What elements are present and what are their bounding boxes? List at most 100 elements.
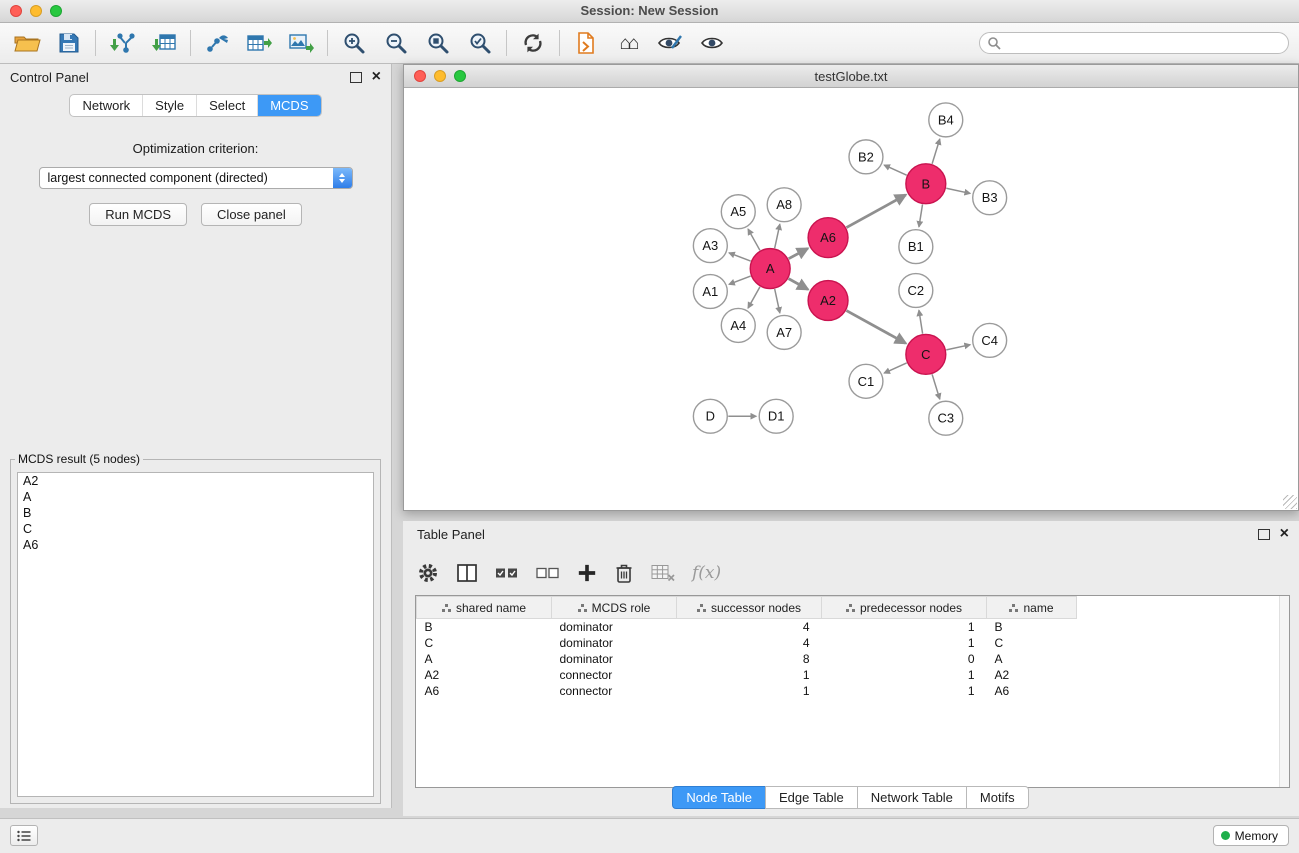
import-network-button[interactable]: [101, 27, 143, 59]
export-table-button[interactable]: [238, 27, 280, 59]
table-cell[interactable]: 1: [822, 683, 987, 699]
optimization-criterion-select[interactable]: largest connected component (directed): [39, 167, 353, 189]
tab-network[interactable]: Network: [70, 95, 143, 116]
list-item[interactable]: C: [18, 521, 373, 537]
graph-edge-A-A7[interactable]: [775, 289, 780, 313]
graph-node-B[interactable]: B: [906, 164, 946, 204]
table-cell[interactable]: A2: [417, 667, 552, 683]
graph-edge-B-B4[interactable]: [932, 139, 940, 164]
graph-node-C2[interactable]: C2: [899, 274, 933, 308]
search-input[interactable]: [979, 32, 1289, 54]
table-cell[interactable]: B: [987, 619, 1077, 636]
table-cell[interactable]: dominator: [552, 619, 677, 636]
resize-grip[interactable]: [1283, 495, 1297, 509]
add-column-button[interactable]: [577, 557, 597, 589]
table-cell[interactable]: connector: [552, 683, 677, 699]
list-item[interactable]: B: [18, 505, 373, 521]
deselect-all-button[interactable]: [536, 557, 560, 589]
table-cell[interactable]: connector: [552, 667, 677, 683]
mcds-result-list[interactable]: A2 A B C A6: [17, 472, 374, 797]
node-table[interactable]: shared nameMCDS rolesuccessor nodesprede…: [415, 595, 1290, 788]
table-settings-button[interactable]: [417, 557, 439, 589]
graph-edge-A-A3[interactable]: [729, 253, 751, 261]
table-cell[interactable]: 4: [677, 635, 822, 651]
task-history-button[interactable]: [10, 825, 38, 846]
graph-edge-A6-B[interactable]: [846, 195, 905, 228]
graph-node-D1[interactable]: D1: [759, 399, 793, 433]
open-session-button[interactable]: [6, 27, 48, 59]
graph-edge-A-A8[interactable]: [775, 224, 780, 248]
list-item[interactable]: A6: [18, 537, 373, 553]
close-panel-button[interactable]: Close panel: [201, 203, 302, 226]
table-scrollbar[interactable]: [1279, 596, 1289, 787]
graph-node-C1[interactable]: C1: [849, 364, 883, 398]
graph-edge-A-A4[interactable]: [748, 287, 760, 308]
tab-edge-table[interactable]: Edge Table: [765, 786, 858, 809]
table-row[interactable]: Cdominator41C: [417, 635, 1290, 651]
table-row[interactable]: A2connector11A2: [417, 667, 1290, 683]
column-visibility-button[interactable]: [456, 557, 478, 589]
table-cell[interactable]: A: [987, 651, 1077, 667]
graph-node-A2[interactable]: A2: [808, 281, 848, 321]
table-cell[interactable]: dominator: [552, 651, 677, 667]
function-builder-button[interactable]: f(x): [692, 563, 721, 583]
float-panel-icon[interactable]: [1258, 529, 1270, 540]
zoom-selected-button[interactable]: [459, 27, 501, 59]
column-header-successor-nodes[interactable]: successor nodes: [677, 597, 822, 619]
graph-edge-B-B1[interactable]: [919, 204, 923, 226]
table-row[interactable]: A6connector11A6: [417, 683, 1290, 699]
document-panel-button[interactable]: [565, 27, 607, 59]
table-cell[interactable]: 1: [677, 683, 822, 699]
graph-node-A7[interactable]: A7: [767, 315, 801, 349]
zoom-in-button[interactable]: [333, 27, 375, 59]
table-cell[interactable]: dominator: [552, 635, 677, 651]
table-cell[interactable]: A6: [417, 683, 552, 699]
graph-edge-C-C4[interactable]: [946, 345, 970, 350]
tab-mcds[interactable]: MCDS: [258, 95, 320, 116]
show-details-button[interactable]: [691, 27, 733, 59]
graph-edge-C-C1[interactable]: [884, 363, 907, 373]
table-cell[interactable]: 8: [677, 651, 822, 667]
graph-node-B3[interactable]: B3: [973, 181, 1007, 215]
home-view-button[interactable]: ⌂⌂: [607, 27, 649, 59]
graph-edge-A2-C[interactable]: [846, 311, 905, 344]
graph-node-B1[interactable]: B1: [899, 230, 933, 264]
toggle-details-button[interactable]: [649, 27, 691, 59]
export-network-button[interactable]: [196, 27, 238, 59]
graph-node-A3[interactable]: A3: [693, 229, 727, 263]
graph-node-A6[interactable]: A6: [808, 218, 848, 258]
graph-node-B2[interactable]: B2: [849, 140, 883, 174]
column-header-MCDS-role[interactable]: MCDS role: [552, 597, 677, 619]
tab-motifs[interactable]: Motifs: [966, 786, 1029, 809]
delete-button[interactable]: [614, 557, 634, 589]
refresh-button[interactable]: [512, 27, 554, 59]
graph-node-D[interactable]: D: [693, 399, 727, 433]
zoom-out-button[interactable]: [375, 27, 417, 59]
list-item[interactable]: A: [18, 489, 373, 505]
graph-node-A5[interactable]: A5: [721, 195, 755, 229]
graph-node-A1[interactable]: A1: [693, 275, 727, 309]
graph-edge-A-A5[interactable]: [748, 229, 760, 250]
tab-style[interactable]: Style: [143, 95, 197, 116]
table-cell[interactable]: 1: [677, 667, 822, 683]
network-window-titlebar[interactable]: testGlobe.txt: [404, 65, 1298, 88]
graph-edge-A-A1[interactable]: [729, 276, 751, 284]
table-cell[interactable]: 4: [677, 619, 822, 636]
column-header-shared-name[interactable]: shared name: [417, 597, 552, 619]
network-graph[interactable]: B4B2BB3A8A5A6A3B1AA1C2A2A4A7C4CC1C3DD1: [404, 88, 1298, 510]
table-cell[interactable]: 0: [822, 651, 987, 667]
graph-edge-A-A2[interactable]: [789, 279, 808, 290]
graph-node-C[interactable]: C: [906, 334, 946, 374]
tab-node-table[interactable]: Node Table: [672, 786, 766, 809]
table-cell[interactable]: 1: [822, 619, 987, 636]
run-mcds-button[interactable]: Run MCDS: [89, 203, 187, 226]
graph-edge-C-C2[interactable]: [919, 310, 923, 333]
graph-edge-A-A6[interactable]: [789, 248, 808, 258]
close-panel-icon[interactable]: ×: [372, 69, 381, 85]
table-row[interactable]: Bdominator41B: [417, 619, 1290, 636]
graph-node-C3[interactable]: C3: [929, 401, 963, 435]
graph-node-A4[interactable]: A4: [721, 308, 755, 342]
graph-edge-B-B3[interactable]: [946, 188, 970, 193]
table-cell[interactable]: A2: [987, 667, 1077, 683]
graph-node-A[interactable]: A: [750, 249, 790, 289]
